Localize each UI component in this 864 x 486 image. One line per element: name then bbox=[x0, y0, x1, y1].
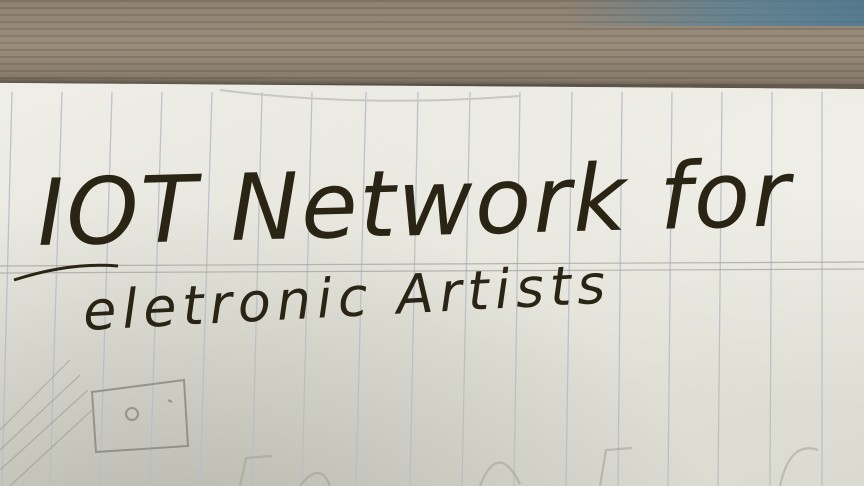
paper-markings: IOT Network for eletronic Artists bbox=[0, 89, 864, 486]
handwritten-note: IOT Network for eletronic Artists bbox=[36, 140, 797, 343]
note-line-1: IOT Network for bbox=[36, 140, 797, 267]
note-line-2: eletronic Artists bbox=[81, 252, 612, 343]
pencil-hatching bbox=[0, 359, 93, 486]
bleed-through-marks bbox=[238, 446, 819, 486]
paper-crease bbox=[219, 89, 521, 102]
photo-scene: IOT Network for eletronic Artists bbox=[0, 0, 864, 486]
doodle-box-sketch bbox=[90, 378, 190, 454]
